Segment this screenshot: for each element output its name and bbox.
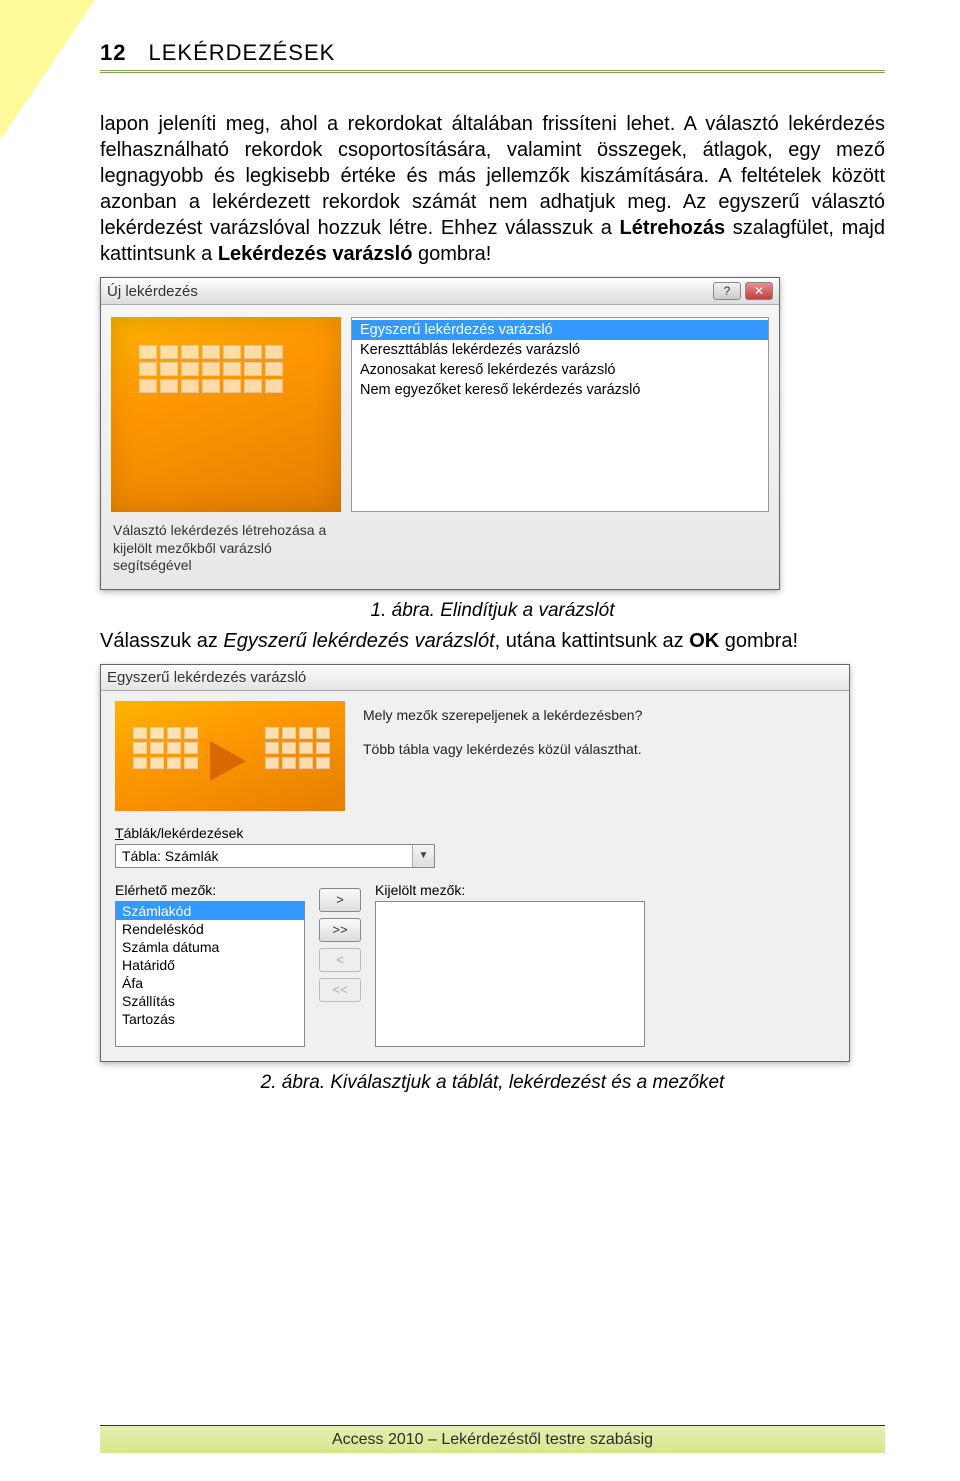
tables-queries-label: TTáblák/lekérdezésekáblák/lekérdezések — [115, 825, 835, 841]
list-item[interactable]: Szállítás — [116, 992, 304, 1010]
option-crosstab-query[interactable]: Kereszttáblás lekérdezés varázsló — [352, 340, 768, 360]
dialog2-title: Egyszerű lekérdezés varázsló — [107, 669, 843, 686]
list-item[interactable]: Számla dátuma — [116, 938, 304, 956]
body-paragraph-1: lapon jeleníti meg, ahol a rekordokat ál… — [100, 111, 885, 267]
dialog1-title: Új lekérdezés — [107, 283, 713, 300]
list-item[interactable]: Határidő — [116, 956, 304, 974]
dialog-new-query: Új lekérdezés ? ✕ Választó lekérdezés lé… — [100, 277, 780, 590]
figure-caption-2: 2. ábra. Kiválasztjuk a táblát, lekérdez… — [100, 1072, 885, 1094]
selected-column: Kijelölt mezők:Kijelölt mezők: — [375, 882, 645, 1047]
dialog2-instructions: Mely mezők szerepeljenek a lekérdezésben… — [363, 701, 835, 811]
page-number: 12 — [100, 40, 126, 66]
instruction-line-2: Több tábla vagy lekérdezés közül választ… — [363, 741, 835, 757]
dialog2-titlebar: Egyszerű lekérdezés varázsló — [101, 665, 849, 691]
help-button[interactable]: ? — [713, 282, 741, 300]
available-fields-label: Elérhető mezők:Elérhető mezők: — [115, 882, 305, 898]
text-run: , utána kattintsunk az — [495, 630, 690, 652]
selected-fields-label: Kijelölt mezők:Kijelölt mezők: — [375, 882, 645, 898]
field-picker-row: Elérhető mezők:Elérhető mezők: Számlakód… — [115, 882, 835, 1047]
page-title: LEKÉRDEZÉSEK — [148, 40, 335, 66]
dialog2-top-row: Mely mezők szerepeljenek a lekérdezésben… — [115, 701, 835, 811]
dialog1-titlebar: Új lekérdezés ? ✕ — [101, 278, 779, 305]
list-item[interactable]: Tartozás — [116, 1010, 304, 1028]
page-footer: Access 2010 – Lekérdezéstől testre szabá… — [100, 1425, 885, 1453]
text-italic-simple-wizard: Egyszerű lekérdezés varázslót — [223, 630, 494, 652]
wizard-options-list[interactable]: Egyszerű lekérdezés varázsló Kereszttábl… — [351, 317, 769, 512]
available-column: Elérhető mezők:Elérhető mezők: Számlakód… — [115, 882, 305, 1047]
body-paragraph-2: Válasszuk az Egyszerű lekérdezés varázsl… — [100, 628, 885, 654]
close-button[interactable]: ✕ — [745, 282, 773, 300]
wizard-preview-image-2 — [115, 701, 345, 811]
add-one-button[interactable]: > — [319, 888, 361, 912]
instruction-line-1: Mely mezők szerepeljenek a lekérdezésben… — [363, 707, 835, 723]
remove-one-button[interactable]: < — [319, 948, 361, 972]
list-item[interactable]: Rendeléskód — [116, 920, 304, 938]
wizard-preview-image — [111, 317, 341, 512]
add-all-button[interactable]: >> — [319, 918, 361, 942]
text-bold-letrehozas: Létrehozás — [620, 217, 726, 239]
list-item[interactable]: Számlakód — [116, 902, 304, 920]
arrow-icon — [210, 741, 246, 781]
table-select-combo[interactable]: Tábla: Számlák ▼ — [115, 844, 435, 868]
option-simple-query[interactable]: Egyszerű lekérdezés varázsló — [352, 320, 768, 340]
combo-value: Tábla: Számlák — [116, 848, 412, 864]
figure-caption-1: 1. ábra. Elindítjuk a varázslót — [100, 600, 885, 622]
text-run: gombra! — [412, 243, 491, 265]
remove-all-button[interactable]: << — [319, 978, 361, 1002]
text-run: Válasszuk az — [100, 630, 223, 652]
option-find-duplicates[interactable]: Azonosakat kereső lekérdezés varázsló — [352, 360, 768, 380]
wizard-description: Választó lekérdezés létrehozása a kijelö… — [111, 512, 341, 575]
wizard-preview-panel: Választó lekérdezés létrehozása a kijelö… — [111, 317, 341, 575]
selected-fields-list[interactable] — [375, 901, 645, 1047]
text-bold-lekerdezes-varazslo: Lekérdezés varázsló — [218, 243, 413, 265]
text-run: gombra! — [719, 630, 798, 652]
dialog1-body: Választó lekérdezés létrehozása a kijelö… — [101, 305, 779, 589]
option-find-unmatched[interactable]: Nem egyezőket kereső lekérdezés varázsló — [352, 380, 768, 400]
window-buttons: ? ✕ — [713, 282, 773, 300]
dialog2-body: Mely mezők szerepeljenek a lekérdezésben… — [101, 691, 849, 1061]
dialog-simple-query-wizard: Egyszerű lekérdezés varázsló — [100, 664, 850, 1062]
page-header: 12 LEKÉRDEZÉSEK — [100, 40, 885, 73]
decorative-corner — [0, 0, 95, 140]
chevron-down-icon[interactable]: ▼ — [412, 845, 434, 867]
move-buttons-column: > >> < << — [319, 882, 361, 1002]
text-bold-ok: OK — [689, 630, 719, 652]
list-item[interactable]: Áfa — [116, 974, 304, 992]
available-fields-list[interactable]: Számlakód Rendeléskód Számla dátuma Hatá… — [115, 901, 305, 1047]
page: 12 LEKÉRDEZÉSEK lapon jeleníti meg, ahol… — [0, 0, 960, 1481]
